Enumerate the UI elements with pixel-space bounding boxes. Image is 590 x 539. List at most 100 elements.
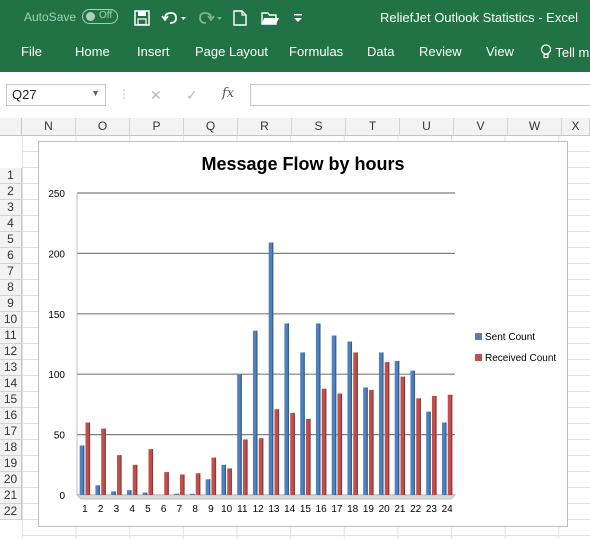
bar-shade: [403, 376, 406, 495]
name-box[interactable]: Q27 ▼: [6, 84, 106, 106]
chevron-down-icon[interactable]: ▼: [91, 88, 100, 98]
tab-view[interactable]: View: [486, 44, 514, 59]
new-file-icon[interactable]: [232, 8, 248, 28]
tell-me-search[interactable]: Tell m: [540, 44, 589, 60]
bar-shade: [335, 335, 337, 495]
toggle-knob: [86, 12, 95, 21]
column-header[interactable]: U: [400, 118, 454, 136]
tab-review[interactable]: Review: [419, 44, 462, 59]
x-tick-label: 18: [347, 504, 359, 515]
chart-object[interactable]: Message Flow by hours 0 50 100 150 200 250 12…: [38, 141, 568, 527]
bar-shade: [230, 468, 232, 495]
column-header[interactable]: N: [22, 118, 76, 136]
open-folder-icon[interactable]: [260, 8, 280, 28]
select-all-corner[interactable]: [0, 118, 22, 136]
row-header[interactable]: 7: [0, 264, 22, 280]
x-tick-label: 17: [331, 504, 343, 515]
row-header[interactable]: 19: [0, 456, 22, 472]
column-header[interactable]: Q: [184, 118, 238, 136]
title-bar: AutoSave Off ReliefJet Outlook Statistic…: [0, 0, 590, 36]
autosave-toggle[interactable]: Off: [82, 9, 118, 24]
column-header[interactable]: X: [562, 118, 590, 136]
row-header[interactable]: 12: [0, 344, 22, 360]
x-tick-label: 1: [82, 504, 88, 515]
tab-home[interactable]: Home: [75, 44, 110, 59]
formula-bar: Q27 ▼ ⋮ ✕ ✓ fx: [0, 72, 590, 119]
column-header[interactable]: W: [508, 118, 562, 136]
save-icon[interactable]: [132, 8, 152, 28]
bar-shade: [136, 464, 138, 495]
x-tick-label: 3: [114, 504, 120, 515]
x-tick-label: 21: [394, 504, 406, 515]
insert-function-icon[interactable]: fx: [222, 86, 234, 101]
tab-formulas[interactable]: Formulas: [289, 44, 343, 59]
x-tick-label: 11: [237, 504, 248, 515]
x-tick-label: 5: [145, 504, 151, 515]
row-header[interactable]: 17: [0, 424, 22, 440]
bar-shade: [240, 374, 242, 495]
bar-shade: [120, 455, 122, 495]
row-header[interactable]: 8: [0, 280, 22, 296]
bar-shade: [366, 387, 368, 495]
row-header[interactable]: 13: [0, 360, 22, 376]
row-header[interactable]: 5: [0, 232, 22, 248]
x-tick-label: 10: [221, 504, 233, 515]
row-header[interactable]: 4: [0, 216, 22, 232]
bar-shade: [98, 485, 101, 495]
row-header[interactable]: 15: [0, 392, 22, 408]
row-header[interactable]: 14: [0, 376, 22, 392]
x-tick-label: 14: [284, 504, 296, 515]
x-tick-label: 19: [363, 504, 375, 515]
bar-shade: [340, 393, 343, 495]
row-header[interactable]: 16: [0, 408, 22, 424]
row-header[interactable]: 6: [0, 248, 22, 264]
x-tick-label: 7: [177, 504, 183, 515]
legend-label: Received Count: [485, 353, 556, 364]
more-icon: ⋮: [118, 87, 130, 101]
tab-data[interactable]: Data: [367, 44, 394, 59]
bar-shade: [277, 409, 280, 495]
bar-shade: [262, 438, 264, 495]
bar-shade: [429, 411, 431, 495]
row-header[interactable]: 10: [0, 312, 22, 328]
legend-label: Sent Count: [485, 332, 535, 343]
bar-shade: [199, 473, 201, 495]
tab-file[interactable]: File: [21, 44, 42, 59]
row-header[interactable]: 22: [0, 504, 22, 520]
row-header[interactable]: 2: [0, 184, 22, 200]
column-header[interactable]: P: [130, 118, 184, 136]
y-tick-label: 250: [48, 189, 65, 200]
cancel-icon[interactable]: ✕: [150, 87, 162, 104]
bar-shade: [183, 474, 185, 495]
row-header[interactable]: 1: [0, 168, 22, 184]
bar-shade: [303, 352, 305, 495]
chart-title: Message Flow by hours: [201, 154, 404, 174]
bar-shade: [325, 388, 327, 495]
redo-icon[interactable]: [196, 8, 224, 28]
row-header[interactable]: 3: [0, 200, 22, 216]
row-header[interactable]: 20: [0, 472, 22, 488]
x-tick-label: 9: [208, 504, 214, 515]
column-header[interactable]: O: [76, 118, 130, 136]
column-header[interactable]: S: [292, 118, 346, 136]
customize-qat-icon[interactable]: [292, 8, 304, 28]
x-tick-label: 6: [161, 504, 167, 515]
tab-page-layout[interactable]: Page Layout: [195, 44, 268, 59]
row-header[interactable]: 9: [0, 296, 22, 312]
row-header[interactable]: 11: [0, 328, 22, 344]
x-tick-label: 4: [129, 504, 135, 515]
bar-shade: [177, 493, 179, 495]
undo-icon[interactable]: [160, 8, 188, 28]
x-tick-label: 13: [268, 504, 280, 515]
column-header[interactable]: R: [238, 118, 292, 136]
row-header[interactable]: 18: [0, 440, 22, 456]
autosave-label: AutoSave: [24, 10, 77, 24]
tab-insert[interactable]: Insert: [137, 44, 170, 59]
formula-input[interactable]: [250, 84, 590, 106]
x-tick-label: 15: [300, 504, 312, 515]
row-header[interactable]: 21: [0, 488, 22, 504]
column-header[interactable]: T: [346, 118, 400, 136]
enter-icon[interactable]: ✓: [186, 87, 198, 104]
column-header[interactable]: V: [454, 118, 508, 136]
bar-shade: [419, 398, 421, 495]
